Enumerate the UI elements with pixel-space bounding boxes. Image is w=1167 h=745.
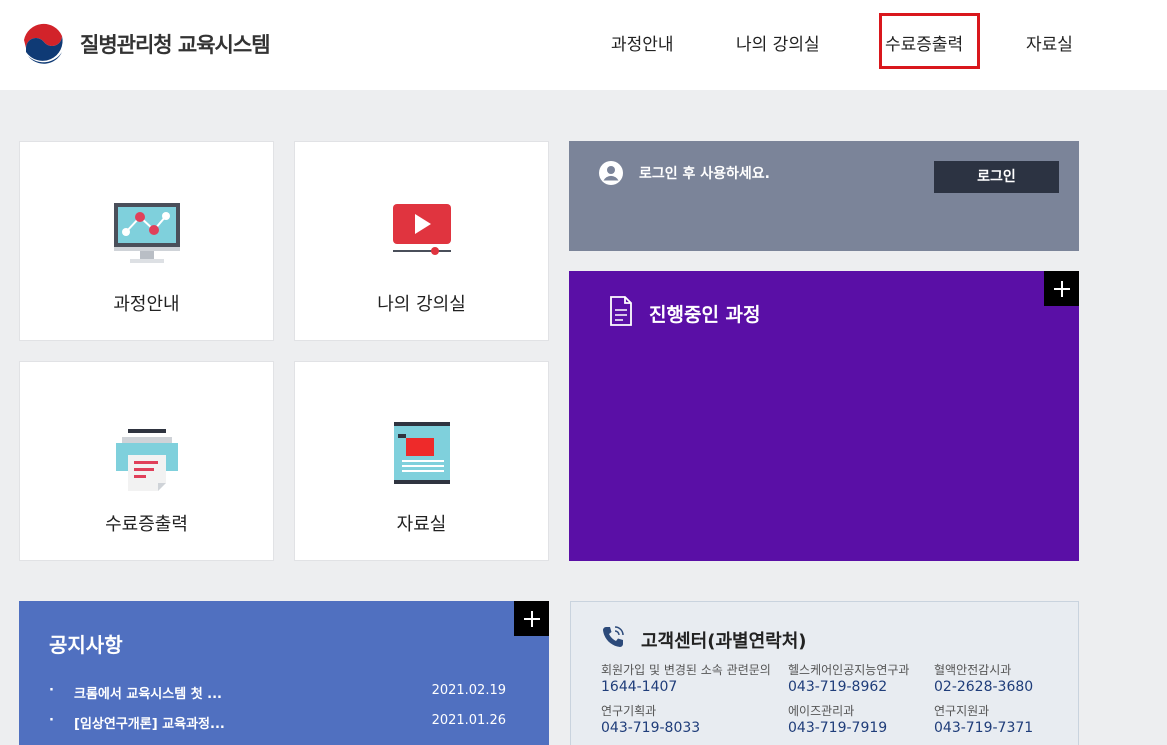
logo-text: 질병관리청 교육시스템: [80, 33, 271, 57]
bullet: ·: [49, 713, 54, 728]
notice-item-date: 2021.02.19: [431, 683, 506, 698]
notice-item-date: 2021.01.26: [431, 713, 506, 728]
contact-label: 연구기획과: [601, 704, 657, 718]
bullet: ·: [49, 683, 54, 698]
contact-phone[interactable]: 02-2628-3680: [934, 679, 1033, 695]
nav-course-info[interactable]: 과정안내: [611, 30, 674, 55]
in-progress-courses-panel: 진행중인 과정: [569, 271, 1079, 561]
notice-title: 공지사항: [49, 633, 123, 657]
notice-item-title: [임상연구개론] 교육과정...: [74, 717, 225, 732]
progress-more-plus-icon[interactable]: [1044, 271, 1079, 306]
taegeuk-logo-icon: [20, 20, 68, 68]
nav-highlight-box: [879, 13, 980, 69]
tile-my-classroom-label: 나의 강의실: [377, 294, 466, 315]
nav-resources[interactable]: 자료실: [1026, 30, 1073, 55]
contact-phone[interactable]: 043-719-8962: [788, 679, 887, 695]
notice-item-title: 크롬에서 교육시스템 첫 ...: [74, 687, 222, 702]
login-message: 로그인 후 사용하세요.: [639, 166, 770, 182]
notice-panel: 공지사항 · 크롬에서 교육시스템 첫 ... 2021.02.19 · [임상…: [19, 601, 549, 745]
tile-resources-label: 자료실: [396, 514, 447, 535]
video-play-icon: [392, 204, 451, 255]
notice-item[interactable]: · 크롬에서 교육시스템 첫 ... 2021.02.19: [49, 683, 509, 703]
tile-certificate-print-label: 수료증출력: [105, 514, 188, 535]
customer-center-panel: 고객센터(과별연락처) 회원가입 및 변경된 소속 관련문의 1644-1407…: [570, 601, 1079, 745]
contact-phone[interactable]: 043-719-7919: [788, 720, 887, 736]
contact-phone[interactable]: 1644-1407: [601, 679, 677, 695]
customer-center-title: 고객센터(과별연락처): [641, 631, 807, 652]
in-progress-title: 진행중인 과정: [649, 304, 761, 326]
user-icon: [599, 161, 623, 185]
tile-resources[interactable]: 자료실: [294, 361, 549, 561]
login-button[interactable]: 로그인: [934, 161, 1059, 193]
printer-icon: [115, 429, 178, 491]
notice-item[interactable]: · [임상연구개론] 교육과정... 2021.01.26: [49, 713, 509, 733]
tile-course-info-label: 과정안내: [113, 294, 180, 315]
document-icon: [610, 296, 632, 326]
login-panel: 로그인 후 사용하세요. 로그인: [569, 141, 1079, 251]
notice-more-plus-icon[interactable]: [514, 601, 549, 636]
header: 질병관리청 교육시스템 과정안내 나의 강의실 수료증출력 자료실: [0, 0, 1167, 90]
tile-course-info[interactable]: 과정안내: [19, 141, 274, 341]
contact-phone[interactable]: 043-719-7371: [934, 720, 1033, 736]
contact-label: 혈액안전감시과: [934, 663, 1012, 677]
site-logo[interactable]: 질병관리청 교육시스템: [18, 18, 271, 70]
tile-certificate-print[interactable]: 수료증출력: [19, 361, 274, 561]
contact-label: 에이즈관리과: [788, 704, 855, 718]
contact-label: 연구지원과: [934, 704, 990, 718]
contact-phone[interactable]: 043-719-8033: [601, 720, 700, 736]
contact-label: 회원가입 및 변경된 소속 관련문의: [601, 663, 771, 677]
folder-book-icon: [393, 422, 450, 484]
phone-icon: [603, 626, 624, 647]
monitor-chart-icon: [113, 203, 180, 263]
tile-my-classroom[interactable]: 나의 강의실: [294, 141, 549, 341]
nav-my-classroom[interactable]: 나의 강의실: [736, 30, 820, 55]
contact-label: 헬스케어인공지능연구과: [788, 663, 910, 677]
